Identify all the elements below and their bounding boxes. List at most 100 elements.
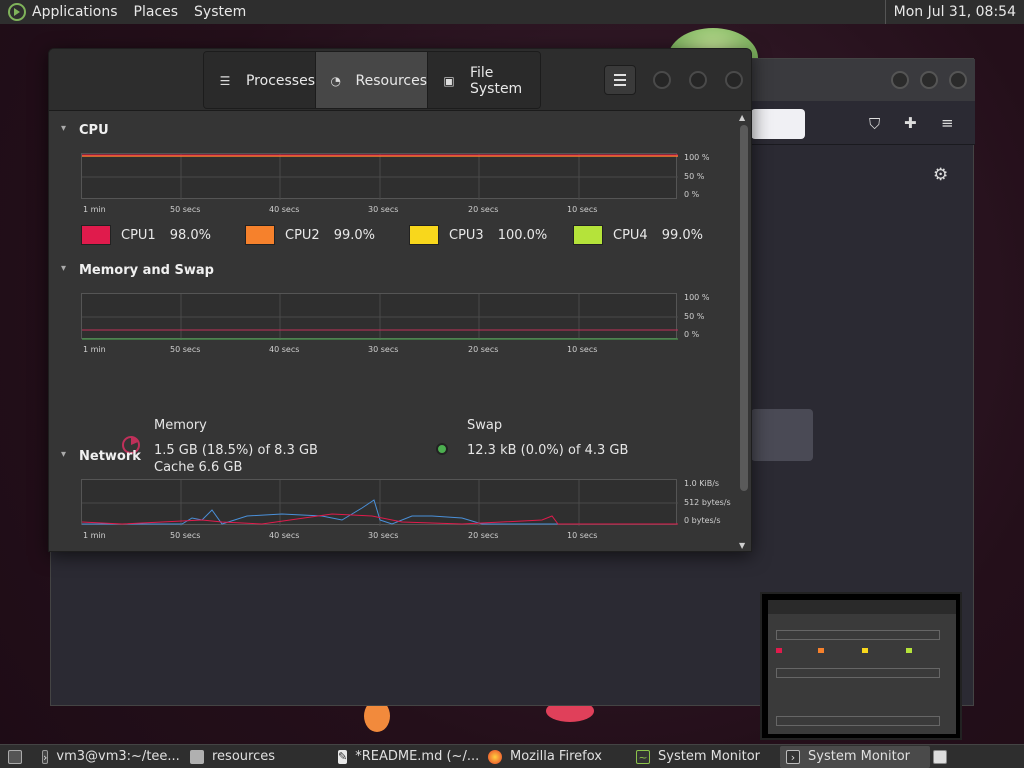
extensions-icon[interactable]: ✚ xyxy=(904,114,917,132)
firefox-menu-icon[interactable]: ≡ xyxy=(941,114,954,132)
scroll-up-arrow-icon[interactable]: ▲ xyxy=(739,113,745,122)
gauge-icon: ◔ xyxy=(330,74,341,88)
network-xtick: 30 secs xyxy=(368,531,399,540)
cpu-xtick: 10 secs xyxy=(567,205,598,214)
swap-pie-icon[interactable] xyxy=(434,441,450,457)
cpu-xtick: 1 min xyxy=(83,205,106,214)
system-monitor-icon: ~ xyxy=(636,749,650,764)
show-desktop-button[interactable] xyxy=(0,746,36,768)
minimize-button[interactable] xyxy=(653,71,671,89)
cpu4-value: 99.0% xyxy=(661,227,704,243)
cpu4-color-swatch[interactable] xyxy=(573,225,603,245)
tab-file-system-label: File System xyxy=(469,65,523,97)
resources-scrollbar[interactable]: ▲ ▼ xyxy=(739,113,749,550)
terminal-icon: › xyxy=(42,749,49,764)
firefox-icon xyxy=(488,749,502,764)
firefox-content-panel xyxy=(751,409,813,461)
memory-graph-svg xyxy=(82,294,678,340)
cpu2-value: 99.0% xyxy=(333,227,376,243)
taskbar-item-label: resources xyxy=(212,749,276,764)
cpu-ytick-0: 0 % xyxy=(684,190,700,199)
network-graph-svg xyxy=(82,480,678,526)
cpu4-legend: CPU4 99.0% xyxy=(573,225,703,245)
menu-applications[interactable]: Applications xyxy=(32,4,118,20)
cpu-xtick: 20 secs xyxy=(468,205,499,214)
cpu-ytick-100: 100 % xyxy=(684,153,710,162)
taskbar-item-label: System Monitor xyxy=(808,749,911,764)
scroll-down-arrow-icon[interactable]: ▼ xyxy=(739,541,745,550)
system-monitor-icon: › xyxy=(786,749,800,764)
settings-gear-icon[interactable]: ⚙ xyxy=(933,165,948,185)
network-section-title[interactable]: Network xyxy=(61,449,141,464)
tab-file-system[interactable]: ▣ File System xyxy=(428,52,540,108)
cpu2-legend: CPU2 99.0% xyxy=(245,225,375,245)
main-menu-button[interactable] xyxy=(604,65,636,95)
firefox-titlebar xyxy=(751,59,975,101)
firefox-minimize-button[interactable] xyxy=(891,71,909,89)
taskbar: › vm3@vm3:~/tee... resources ✎ *README.m… xyxy=(0,744,1024,768)
system-monitor-window[interactable]: ☰ Processes ◔ Resources ▣ File System CP… xyxy=(48,48,752,552)
cpu-ytick-50: 50 % xyxy=(684,172,705,181)
network-xtick: 20 secs xyxy=(468,531,499,540)
taskbar-item-readme[interactable]: ✎ *README.md (~/... xyxy=(332,746,482,768)
firefox-url-bar[interactable] xyxy=(751,109,805,139)
text-editor-icon: ✎ xyxy=(338,749,348,764)
network-xtick: 50 secs xyxy=(170,531,201,540)
view-switcher: ☰ Processes ◔ Resources ▣ File System xyxy=(203,51,541,109)
memory-ytick-100: 100 % xyxy=(684,293,710,302)
folder-icon xyxy=(190,749,204,764)
scrollbar-thumb[interactable] xyxy=(740,125,748,491)
swap-usage: 12.3 kB (0.0%) of 4.3 GB xyxy=(467,443,629,458)
taskbar-item-terminal[interactable]: › vm3@vm3:~/tee... xyxy=(36,746,184,768)
list-icon: ☰ xyxy=(219,74,231,88)
firefox-maximize-button[interactable] xyxy=(920,71,938,89)
tab-processes[interactable]: ☰ Processes xyxy=(204,52,316,108)
cpu-xtick: 50 secs xyxy=(170,205,201,214)
taskbar-item-label: System Monitor xyxy=(658,749,761,764)
cpu-xtick: 30 secs xyxy=(368,205,399,214)
memory-xtick: 50 secs xyxy=(170,345,201,354)
taskbar-item-label: *README.md (~/... xyxy=(355,749,480,764)
tab-processes-label: Processes xyxy=(245,73,315,89)
memory-ytick-0: 0 % xyxy=(684,330,700,339)
network-history-graph xyxy=(81,479,678,526)
menu-system[interactable]: System xyxy=(194,4,246,20)
memory-xtick: 30 secs xyxy=(368,345,399,354)
cpu-xtick: 40 secs xyxy=(269,205,300,214)
cpu3-legend: CPU3 100.0% xyxy=(409,225,547,245)
show-desktop-icon xyxy=(8,749,22,764)
network-xtick: 40 secs xyxy=(269,531,300,540)
firefox-close-button[interactable] xyxy=(949,71,967,89)
disk-icon: ▣ xyxy=(443,74,455,88)
tab-resources-label: Resources xyxy=(355,73,428,89)
taskbar-item-firefox[interactable]: Mozilla Firefox xyxy=(482,746,630,768)
network-xtick: 1 min xyxy=(83,531,106,540)
cpu3-value: 100.0% xyxy=(497,227,548,243)
cpu2-color-swatch[interactable] xyxy=(245,225,275,245)
menu-places[interactable]: Places xyxy=(134,4,179,20)
close-button[interactable] xyxy=(725,71,743,89)
memory-cache: Cache 6.6 GB xyxy=(154,460,243,475)
taskbar-item-system-monitor[interactable]: ~ System Monitor xyxy=(630,746,780,768)
cpu1-color-swatch[interactable] xyxy=(81,225,111,245)
taskbar-item-system-monitor-active[interactable]: › System Monitor xyxy=(780,745,930,768)
taskbar-item-resources[interactable]: resources xyxy=(184,746,332,768)
memory-xtick: 20 secs xyxy=(468,345,499,354)
cpu3-color-swatch[interactable] xyxy=(409,225,439,245)
window-preview-thumbnail[interactable] xyxy=(760,592,962,740)
workspace-switcher[interactable] xyxy=(930,746,954,768)
cpu-section-title[interactable]: CPU xyxy=(61,123,108,138)
memory-section-title[interactable]: Memory and Swap xyxy=(61,263,214,278)
clock[interactable]: Mon Jul 31, 08:54 xyxy=(884,0,1024,24)
memory-info: Memory 1.5 GB (18.5%) of 8.3 GB Cache 6.… xyxy=(154,417,318,476)
cpu-history-graph xyxy=(81,153,678,200)
network-ytick-0: 0 bytes/s xyxy=(684,516,721,525)
pocket-icon[interactable]: ⛉ xyxy=(869,115,880,133)
distro-logo-icon[interactable] xyxy=(8,3,26,21)
swap-info: Swap 12.3 kB (0.0%) of 4.3 GB xyxy=(467,417,628,459)
system-monitor-headerbar: ☰ Processes ◔ Resources ▣ File System xyxy=(49,49,751,111)
cpu2-label: CPU2 xyxy=(285,227,320,243)
memory-xtick: 1 min xyxy=(83,345,106,354)
tab-resources[interactable]: ◔ Resources xyxy=(316,52,428,108)
maximize-button[interactable] xyxy=(689,71,707,89)
